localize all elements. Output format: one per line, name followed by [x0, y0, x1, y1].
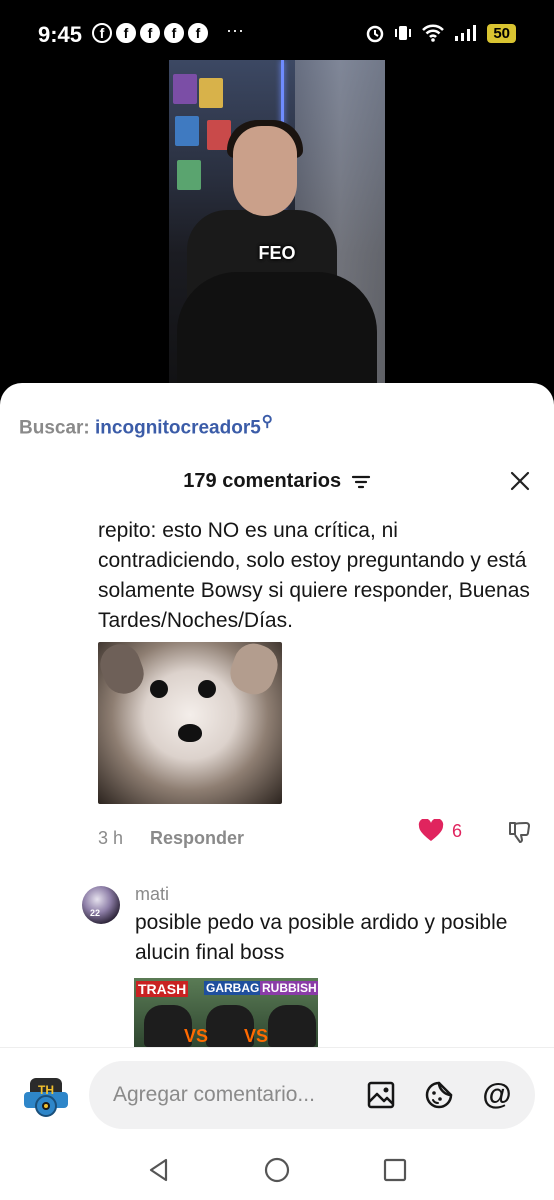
image-vs-label: VS	[184, 1026, 209, 1046]
avatar-number: 22	[90, 908, 101, 918]
mention-button[interactable]: @	[481, 1079, 513, 1111]
facebook-icon: f	[164, 23, 184, 43]
comment-image	[268, 1005, 316, 1047]
video-person	[177, 272, 377, 384]
video-background	[199, 78, 223, 108]
facebook-icon: f	[140, 23, 160, 43]
search-suggestion[interactable]: Buscar: incognitocreador5⚲	[19, 412, 273, 439]
vibrate-icon	[395, 26, 412, 40]
image-button[interactable]	[365, 1079, 397, 1111]
image-label: TRASH	[136, 981, 189, 997]
comment-image	[150, 680, 168, 698]
facebook-icon: f	[188, 23, 208, 43]
comment-image	[178, 724, 202, 742]
comments-sheet: Buscar: incognitocreador5⚲ 179 comentari…	[0, 383, 554, 1047]
comment-text: posible pedo va posible ardido y posible…	[135, 911, 508, 964]
avatar[interactable]: 22	[82, 886, 120, 924]
facebook-icon: f	[92, 23, 112, 43]
comments-count-label: 179 comentarios	[183, 470, 342, 492]
image-label: RUBBISH	[260, 981, 318, 995]
comment-image	[224, 642, 282, 701]
like-button[interactable]: 6	[418, 819, 462, 843]
search-icon[interactable]: ⚲	[262, 413, 273, 430]
facebook-icon: f	[116, 23, 136, 43]
video-background	[173, 74, 197, 104]
close-icon[interactable]	[508, 469, 532, 493]
alarm-icon	[367, 25, 384, 43]
comment-time: 3 h	[98, 828, 124, 848]
video-caption: FEO	[258, 243, 296, 263]
comment-composer: TH @	[0, 1047, 554, 1200]
image-vs-label: VS	[244, 1026, 269, 1046]
comment-image	[98, 642, 150, 700]
comment-input-container: @	[89, 1061, 535, 1129]
avatar[interactable]: TH	[18, 1068, 74, 1124]
recents-icon[interactable]	[381, 1156, 409, 1184]
filter-icon[interactable]	[351, 474, 371, 490]
at-icon: @	[482, 1079, 511, 1111]
more-notifications-icon: ···	[226, 20, 244, 40]
dislike-icon[interactable]	[507, 819, 533, 845]
video-player[interactable]: FEO	[169, 60, 385, 384]
comment-image[interactable]	[98, 642, 282, 804]
svg-text:@: @	[482, 1079, 511, 1111]
comment-image	[198, 680, 216, 698]
like-count: 6	[452, 820, 463, 841]
status-time: 9:45	[38, 22, 83, 47]
video-background	[177, 160, 201, 190]
status-right: 50	[365, 23, 516, 43]
wifi-icon	[422, 24, 445, 42]
emoji-icon	[425, 1081, 453, 1109]
battery-icon: 50	[487, 23, 516, 43]
comments-count: 179 comentarios	[0, 470, 554, 493]
notification-icons: f f f f f	[92, 23, 208, 43]
heart-icon	[418, 819, 444, 841]
comment-input[interactable]	[111, 1077, 355, 1113]
emoji-button[interactable]	[423, 1079, 455, 1111]
comment-image[interactable]: TRASH GARBAGE RUBBISH VS VS	[134, 978, 318, 1047]
status-bar: 9:45 f f f f f ··· 50	[0, 0, 554, 60]
video-background	[175, 116, 199, 146]
back-icon[interactable]	[145, 1156, 173, 1184]
home-icon[interactable]	[263, 1156, 291, 1184]
comment-text: repito: esto NO es una crítica, ni contr…	[98, 519, 530, 632]
reply-button[interactable]: Responder	[150, 828, 244, 849]
signal-icon	[455, 25, 477, 41]
system-nav-bar	[0, 1146, 554, 1200]
search-label: Buscar:	[19, 417, 90, 439]
comment-username[interactable]: mati	[135, 884, 169, 905]
image-icon	[367, 1081, 395, 1109]
search-query[interactable]: incognitocreador5	[95, 417, 261, 438]
composer-avatar-text: TH	[38, 1083, 54, 1097]
video-person	[233, 126, 297, 216]
